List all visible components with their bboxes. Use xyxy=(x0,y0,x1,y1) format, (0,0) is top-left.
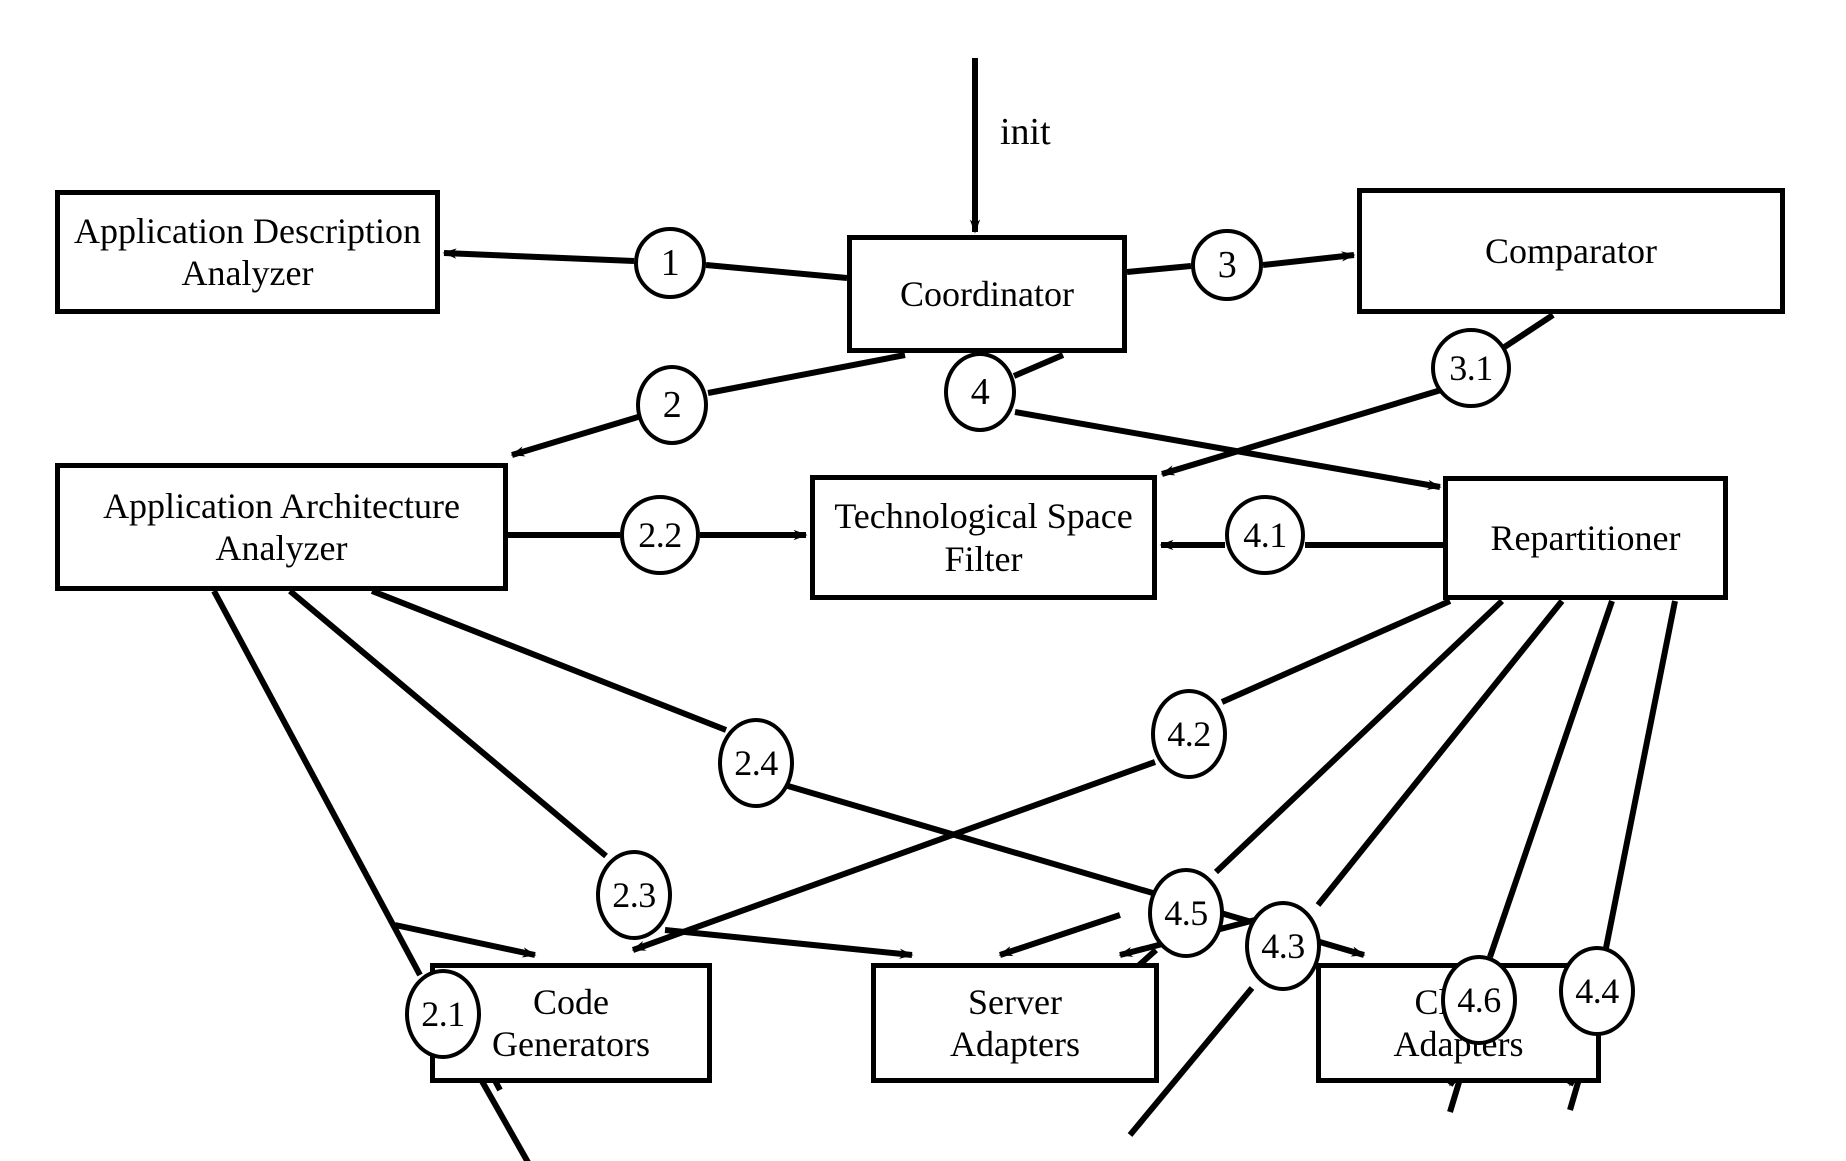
node-label: Technological Space Filter xyxy=(834,496,1133,579)
marker-label: 4.3 xyxy=(1261,926,1305,966)
edge-repartitioner-to-codegen-upper xyxy=(1220,598,1452,705)
node-label: Application Architecture Analyzer xyxy=(103,485,460,568)
edge-repartitioner-to-clientadapt-a-upper xyxy=(1487,600,1615,958)
sequence-marker-4-3[interactable]: 4.3 xyxy=(1245,901,1321,991)
edge-aaanalyzer-to-clientadapt-upper xyxy=(370,588,728,733)
edge-aaanalyzer-to-serveradapt-lower xyxy=(664,927,914,959)
node-comparator[interactable]: Comparator xyxy=(1357,188,1785,314)
edge-repartitioner-to-serveradapt-a-arrow xyxy=(998,912,1121,958)
edge-repartitioner-to-clientadapt-b-upper xyxy=(1603,600,1678,949)
diagram-canvas: Application Description Analyzer Coordin… xyxy=(0,0,1846,1161)
marker-label: 2.1 xyxy=(421,994,465,1034)
marker-label: 4.5 xyxy=(1164,893,1208,933)
edge-comparator-to-tsfilter-upper xyxy=(1501,312,1555,351)
marker-label: 4 xyxy=(970,371,990,413)
marker-label: 4.1 xyxy=(1243,515,1287,555)
sequence-marker-2-4[interactable]: 2.4 xyxy=(718,718,794,808)
edge-coordinator-to-repartitioner-upper xyxy=(1012,352,1065,379)
node-application-architecture-analyzer[interactable]: Application Architecture Analyzer xyxy=(55,463,508,591)
node-label: Coordinator xyxy=(900,273,1074,314)
edge-coordinator-to-aaanalyzer-upper xyxy=(707,352,906,396)
sequence-marker-4-5[interactable]: 4.5 xyxy=(1148,868,1224,958)
marker-label: 4.2 xyxy=(1167,714,1211,754)
sequence-marker-1[interactable]: 1 xyxy=(634,227,706,299)
sequence-marker-2-2[interactable]: 2.2 xyxy=(620,495,700,575)
sequence-marker-4-6[interactable]: 4.6 xyxy=(1441,955,1517,1045)
marker-label: 4.6 xyxy=(1457,980,1501,1020)
node-application-description-analyzer[interactable]: Application Description Analyzer xyxy=(55,190,440,314)
sequence-marker-2[interactable]: 2 xyxy=(636,365,708,445)
edge-repartitioner-to-codegen-lower xyxy=(631,759,1157,953)
node-server-adapters[interactable]: Server Adapters xyxy=(871,963,1159,1083)
marker-label: 2.4 xyxy=(734,743,778,783)
edge-aaanalyzer-to-codegen-upper xyxy=(211,589,423,977)
marker-label: 4.4 xyxy=(1575,971,1619,1011)
init-label: init xyxy=(1000,111,1051,153)
sequence-marker-2-3[interactable]: 2.3 xyxy=(596,850,672,940)
marker-label: 3 xyxy=(1217,244,1237,286)
node-repartitioner[interactable]: Repartitioner xyxy=(1443,476,1728,600)
edge-aaanalyzer-to-codegen-arrow xyxy=(394,922,537,958)
sequence-marker-4[interactable]: 4 xyxy=(944,352,1016,432)
node-label: Comparator xyxy=(1485,230,1657,271)
edge-coordinator-to-comparator-left xyxy=(1126,263,1192,275)
edge-coordinator-to-comparator-right xyxy=(1262,251,1356,268)
node-label: Code Generators xyxy=(492,981,650,1064)
sequence-marker-4-4[interactable]: 4.4 xyxy=(1559,946,1635,1036)
node-label: Repartitioner xyxy=(1490,517,1681,558)
node-technological-space-filter[interactable]: Technological Space Filter xyxy=(810,475,1157,600)
edge-coordinator-to-adanalyzer-right xyxy=(705,262,848,281)
sequence-marker-4-2[interactable]: 4.2 xyxy=(1151,689,1227,779)
marker-label: 2.2 xyxy=(638,515,682,555)
node-coordinator[interactable]: Coordinator xyxy=(847,235,1127,353)
sequence-marker-3[interactable]: 3 xyxy=(1191,229,1263,301)
sequence-marker-2-1[interactable]: 2.1 xyxy=(405,969,481,1059)
marker-label: 2.3 xyxy=(612,875,656,915)
sequence-marker-3-1[interactable]: 3.1 xyxy=(1431,328,1511,408)
marker-label: 1 xyxy=(660,242,680,284)
edge-coordinator-to-aaanalyzer-lower xyxy=(510,414,639,458)
edge-coordinator-to-adanalyzer-left xyxy=(442,248,635,264)
marker-label: 2 xyxy=(662,384,682,426)
node-label: Server Adapters xyxy=(950,981,1080,1064)
node-label: Application Description Analyzer xyxy=(74,210,421,293)
sequence-marker-4-1[interactable]: 4.1 xyxy=(1225,495,1305,575)
marker-label: 3.1 xyxy=(1449,348,1493,388)
